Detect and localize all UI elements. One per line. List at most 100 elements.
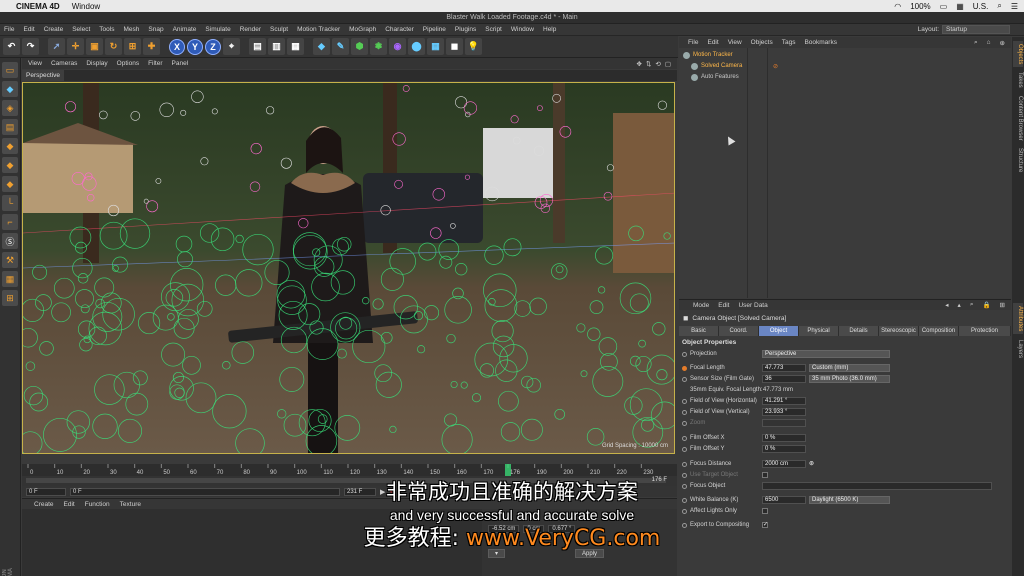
render-picture-viewer-icon[interactable]: ▥	[268, 38, 285, 55]
perspective-tab[interactable]: Perspective	[22, 70, 64, 81]
menu-item[interactable]: Render	[240, 26, 261, 33]
anim-bullet[interactable]	[682, 462, 687, 467]
use-target-checkbox[interactable]	[762, 472, 768, 478]
tab-stereoscopic[interactable]: Stereoscopic	[879, 326, 919, 336]
sensor-preset-dropdown[interactable]: 35 mm Photo (36.0 mm)	[809, 375, 890, 383]
workplane-icon[interactable]: ▤	[2, 119, 18, 135]
cube-icon[interactable]: ◆	[313, 38, 330, 55]
menu-item[interactable]: Script	[485, 26, 502, 33]
timeline-ruler[interactable]: 0 10 20 30 40 50 60 70 80 90 100 110 120 130 140 150 160…	[22, 464, 677, 476]
lock-icon[interactable]: 🔒	[982, 301, 990, 309]
object-row-auto-features[interactable]: Auto Features	[679, 72, 1011, 82]
objects-menu-item[interactable]: Tags	[782, 39, 796, 46]
objects-menu-item[interactable]: Bookmarks	[804, 39, 837, 46]
white-balance-field[interactable]: 6500	[762, 496, 806, 504]
floor-icon[interactable]: ▦	[427, 38, 444, 55]
start-frame-field[interactable]: 0 F	[26, 487, 66, 496]
coord-mode-dropdown[interactable]: ▾	[488, 549, 506, 558]
tab-attributes[interactable]: Attributes	[1013, 303, 1023, 335]
tab-content-browser[interactable]: Content Browser	[1013, 93, 1023, 144]
z-axis-button[interactable]: Z	[205, 38, 221, 55]
search-icon[interactable]: ⌕	[997, 1, 1001, 11]
play-icon[interactable]: ▶	[380, 488, 385, 496]
tab-basic[interactable]: Basic	[679, 326, 719, 336]
scale-tool-icon[interactable]: ▣	[86, 38, 103, 55]
wifi-icon[interactable]: ◠	[894, 2, 901, 11]
coord-angle-field[interactable]: 0.677 °	[548, 525, 576, 533]
menu-item[interactable]: Sculpt	[270, 26, 288, 33]
menu-item[interactable]: Create	[44, 26, 64, 33]
objects-menu-item[interactable]: Objects	[751, 39, 773, 46]
menu-item[interactable]: Pipeline	[423, 26, 446, 33]
coord-y-field[interactable]: -6.52 cm	[488, 525, 520, 533]
materials-menu-item[interactable]: Create	[34, 501, 54, 508]
undo-icon[interactable]: ↶	[3, 38, 20, 55]
materials-menu-item[interactable]: Function	[85, 501, 110, 508]
attributes-menu-item[interactable]: Edit	[718, 302, 729, 309]
film-offset-y-field[interactable]: 0 %	[762, 445, 806, 453]
object-row-motion-tracker[interactable]: Motion Tracker	[679, 50, 1011, 60]
cloner-icon[interactable]: ❃	[370, 38, 387, 55]
tab-physical[interactable]: Physical	[799, 326, 839, 336]
planar-workplane-icon[interactable]: ▦	[2, 271, 18, 287]
fov-horizontal-field[interactable]: 41.291 °	[762, 397, 806, 405]
anim-bullet[interactable]	[682, 366, 687, 371]
viewport-menu-item[interactable]: Display	[86, 60, 107, 67]
fov-vertical-field[interactable]: 23.933 °	[762, 408, 806, 416]
anim-bullet[interactable]	[682, 498, 687, 503]
record-icon[interactable]: ●	[389, 488, 393, 495]
viewport-menu-item[interactable]: Cameras	[51, 60, 77, 67]
sensor-size-field[interactable]: 36	[762, 375, 806, 383]
battery-label[interactable]: 100%	[910, 2, 930, 11]
menu-item[interactable]: Window	[511, 26, 534, 33]
battery-icon[interactable]: ▭	[940, 2, 948, 11]
focal-length-field[interactable]: 47.773	[762, 364, 806, 372]
current-frame-field[interactable]: 0 F	[70, 487, 340, 496]
anim-bullet[interactable]	[682, 509, 687, 514]
coord-x-field[interactable]: 0 cm	[523, 525, 545, 533]
axis-mode-icon[interactable]: └	[2, 195, 18, 211]
locked-workplane-icon[interactable]: ⚒	[2, 252, 18, 268]
film-offset-x-field[interactable]: 0 %	[762, 434, 806, 442]
anim-bullet[interactable]	[682, 410, 687, 415]
new-panel-icon[interactable]: ⊞	[1000, 301, 1011, 309]
anim-bullet[interactable]	[682, 436, 687, 441]
viewport-menu-item[interactable]: Filter	[148, 60, 162, 67]
menu-item[interactable]: Plugins	[455, 26, 476, 33]
object-row-solved-camera[interactable]: Solved Camera ⊘	[679, 61, 1011, 71]
objects-menu-item[interactable]: Edit	[707, 39, 718, 46]
y-axis-button[interactable]: Y	[187, 38, 203, 55]
focus-object-link[interactable]	[762, 482, 992, 490]
white-balance-preset[interactable]: Daylight (6500 K)	[809, 496, 890, 504]
menu-item[interactable]: Snap	[148, 26, 163, 33]
light-icon[interactable]: 💡	[465, 38, 482, 55]
layout-dropdown[interactable]: Startup	[942, 25, 1010, 34]
menu-item[interactable]: File	[4, 26, 14, 33]
anim-bullet[interactable]	[682, 377, 687, 382]
make-editable-icon[interactable]: ▭	[2, 62, 18, 78]
objects-menu-item[interactable]: File	[688, 39, 698, 46]
nav-up-icon[interactable]: ▴	[958, 301, 961, 309]
camera-icon[interactable]: ◼	[446, 38, 463, 55]
objects-panel[interactable]: Motion Tracker Solved Camera ⊘ Auto Feat…	[679, 48, 1011, 298]
materials-menu-item[interactable]: Edit	[64, 501, 75, 508]
snap-icon[interactable]: Ⓢ	[2, 233, 18, 249]
menu-item[interactable]: Tools	[99, 26, 114, 33]
search-icon[interactable]: ⌕	[974, 39, 978, 47]
tab-structure[interactable]: Structure	[1013, 145, 1023, 175]
tab-takes[interactable]: Takes	[1013, 69, 1023, 91]
flag-icon[interactable]: ▦	[956, 2, 964, 11]
menu-item[interactable]: Simulate	[205, 26, 230, 33]
objects-menu-item[interactable]: View	[728, 39, 742, 46]
pan-icon[interactable]: ✥	[636, 60, 641, 68]
orbit-icon[interactable]: ⟲	[655, 60, 660, 68]
edges-mode-icon[interactable]: ◆	[2, 157, 18, 173]
anim-bullet[interactable]	[682, 352, 687, 357]
attributes-menu-item[interactable]: Mode	[693, 302, 709, 309]
affect-lights-checkbox[interactable]	[762, 508, 768, 514]
rotate-tool-icon[interactable]: ↻	[105, 38, 122, 55]
zoom-icon[interactable]: ⇅	[646, 60, 651, 68]
materials-menu-item[interactable]: Texture	[120, 501, 141, 508]
coord-system-icon[interactable]: ⌖	[223, 38, 240, 55]
model-mode-icon[interactable]: ◆	[2, 81, 18, 97]
